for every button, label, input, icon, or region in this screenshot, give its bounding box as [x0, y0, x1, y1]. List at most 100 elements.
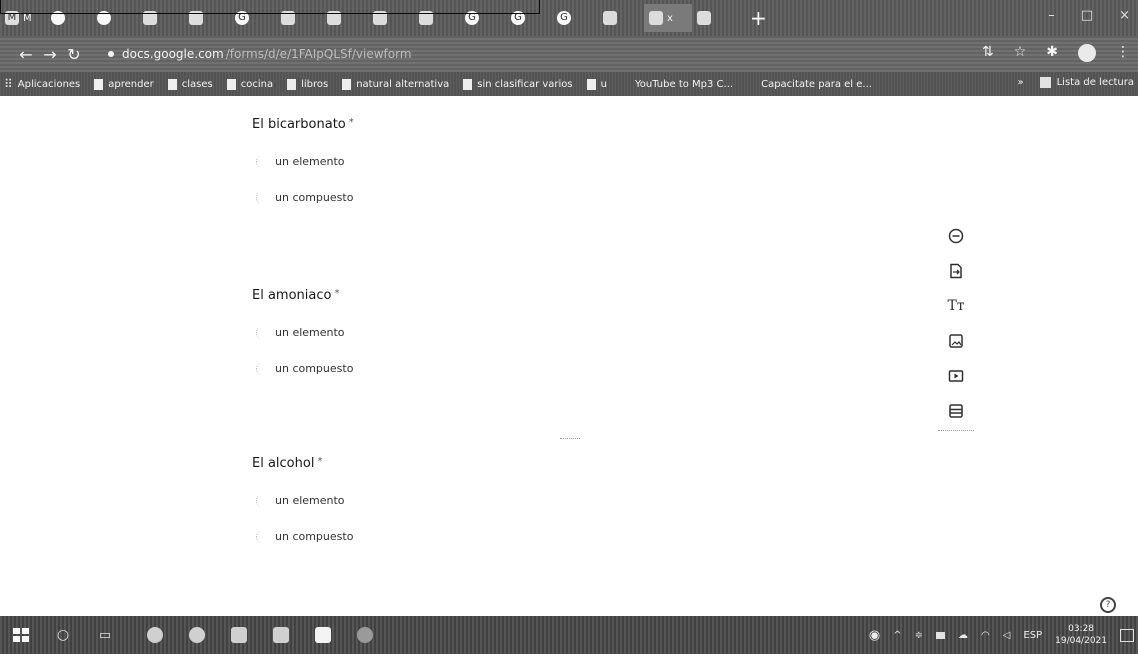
- url-input[interactable]: docs.google.com /forms/d/e/1FAIpQLSf/vie…: [108, 42, 968, 66]
- tab-10[interactable]: G: [460, 4, 506, 32]
- tab-1[interactable]: [46, 4, 92, 32]
- site-icon: [97, 11, 111, 25]
- radio-button[interactable]: [256, 191, 266, 204]
- page-icon: [603, 11, 617, 25]
- folder-icon: [167, 78, 177, 90]
- new-tab-button[interactable]: +: [738, 6, 779, 30]
- bookmark-folder[interactable]: cocina: [226, 78, 273, 90]
- radio-button[interactable]: [256, 362, 266, 375]
- tray-app-icon[interactable]: ◉: [869, 628, 880, 643]
- tab-forms-active[interactable]: x: [644, 4, 692, 32]
- tab-2[interactable]: [92, 4, 138, 32]
- reload-icon[interactable]: ↻: [62, 45, 86, 64]
- question-card: El bicarbonato * un elemento un compuesto: [252, 117, 752, 204]
- taskbar-app-chrome[interactable]: [134, 616, 176, 654]
- page-icon: [281, 11, 295, 25]
- forward-arrow-icon[interactable]: →: [38, 45, 62, 64]
- extensions-icon[interactable]: ✱: [1046, 44, 1058, 62]
- network-icon[interactable]: ≑: [915, 630, 923, 641]
- bookmark-folder[interactable]: natural alternativa: [342, 78, 449, 90]
- search-button[interactable]: ○: [42, 616, 84, 654]
- taskbar-app[interactable]: [302, 616, 344, 654]
- wifi-icon[interactable]: ◠: [981, 630, 990, 641]
- start-button[interactable]: [0, 616, 42, 654]
- page-icon: [697, 11, 711, 25]
- clock-date: 19/04/2021: [1055, 636, 1107, 646]
- back-arrow-icon[interactable]: ←: [14, 45, 38, 64]
- minimize-button[interactable]: –: [1048, 8, 1055, 23]
- help-button[interactable]: ?: [1100, 597, 1116, 613]
- tab-6[interactable]: [276, 4, 322, 32]
- task-view-button[interactable]: ▭: [84, 616, 126, 654]
- maximize-button[interactable]: □: [1081, 8, 1093, 23]
- tab-8[interactable]: [368, 4, 414, 32]
- profile-avatar[interactable]: [1078, 44, 1096, 62]
- radio-button[interactable]: [256, 155, 266, 168]
- bookmark-folder[interactable]: libros: [287, 78, 328, 90]
- close-window-button[interactable]: ×: [1119, 8, 1130, 23]
- tab-13[interactable]: [598, 4, 644, 32]
- radio-option[interactable]: un compuesto: [252, 191, 752, 204]
- tab-9[interactable]: [414, 4, 460, 32]
- add-question-button[interactable]: [946, 226, 966, 246]
- bookmark-folder[interactable]: aprender: [94, 78, 154, 90]
- close-tab-icon[interactable]: x: [667, 13, 673, 24]
- search-icon: ○: [56, 627, 70, 643]
- radio-button[interactable]: [256, 326, 266, 339]
- tab-5[interactable]: G: [230, 4, 276, 32]
- bookmark-link[interactable]: Capacitate para el e...: [761, 79, 872, 90]
- taskbar-app[interactable]: [176, 616, 218, 654]
- question-title: El bicarbonato *: [252, 117, 354, 132]
- tab-15[interactable]: [692, 4, 738, 32]
- add-title-button[interactable]: Tт: [946, 296, 966, 316]
- radio-option[interactable]: un elemento: [252, 494, 752, 507]
- tab-7[interactable]: [322, 4, 368, 32]
- bookmark-folder[interactable]: clases: [167, 78, 213, 90]
- google-icon: G: [235, 11, 249, 25]
- bookmark-apps[interactable]: ⠿ Aplicaciones: [4, 77, 80, 91]
- radio-button[interactable]: [256, 494, 266, 507]
- bookmark-link[interactable]: YouTube to Mp3 C...: [621, 79, 733, 90]
- tab-0[interactable]: MM: [0, 4, 46, 32]
- google-icon: G: [511, 11, 525, 25]
- forms-icon: [649, 11, 663, 25]
- add-video-button[interactable]: [946, 366, 966, 386]
- chevron-up-icon[interactable]: ^: [893, 630, 901, 641]
- page-icon: [143, 11, 157, 25]
- word-icon: [273, 627, 289, 643]
- volume-icon[interactable]: ◁: [1003, 630, 1011, 641]
- google-icon: G: [465, 11, 479, 25]
- tab-4[interactable]: [184, 4, 230, 32]
- language-indicator[interactable]: ESP: [1023, 630, 1042, 641]
- bookmark-folder[interactable]: sin clasificar varios: [463, 78, 573, 90]
- add-image-icon: [949, 334, 963, 348]
- tab-3[interactable]: [138, 4, 184, 32]
- reading-list[interactable]: » Lista de lectura: [1017, 77, 1134, 88]
- battery-icon[interactable]: [935, 631, 945, 639]
- taskbar-app[interactable]: [218, 616, 260, 654]
- question-title: El amoniaco *: [252, 288, 340, 303]
- add-question-icon: [948, 228, 964, 244]
- notifications-icon[interactable]: [1120, 628, 1134, 642]
- bookmark-folder[interactable]: u: [586, 78, 607, 90]
- folder-icon: [226, 78, 236, 90]
- menu-dots-icon[interactable]: ⋮: [1116, 44, 1130, 62]
- translate-icon[interactable]: ⇅: [982, 44, 994, 62]
- radio-button[interactable]: [256, 530, 266, 543]
- radio-option[interactable]: un compuesto: [252, 530, 752, 543]
- clock[interactable]: 03:28 19/04/2021: [1055, 623, 1107, 647]
- add-section-button[interactable]: [946, 401, 966, 421]
- tab-11[interactable]: G: [506, 4, 552, 32]
- radio-option[interactable]: un compuesto: [252, 362, 752, 375]
- onedrive-icon[interactable]: ☁: [958, 630, 968, 641]
- add-image-button[interactable]: [946, 331, 966, 351]
- radio-option[interactable]: un elemento: [252, 326, 752, 339]
- window-controls: – □ ×: [1048, 8, 1130, 23]
- divider: [560, 438, 580, 439]
- tab-12[interactable]: G: [552, 4, 598, 32]
- taskbar-app[interactable]: [344, 616, 386, 654]
- import-questions-button[interactable]: [946, 261, 966, 281]
- radio-option[interactable]: un elemento: [252, 155, 752, 168]
- taskbar-app-word[interactable]: [260, 616, 302, 654]
- bookmark-star-icon[interactable]: ☆: [1014, 44, 1027, 62]
